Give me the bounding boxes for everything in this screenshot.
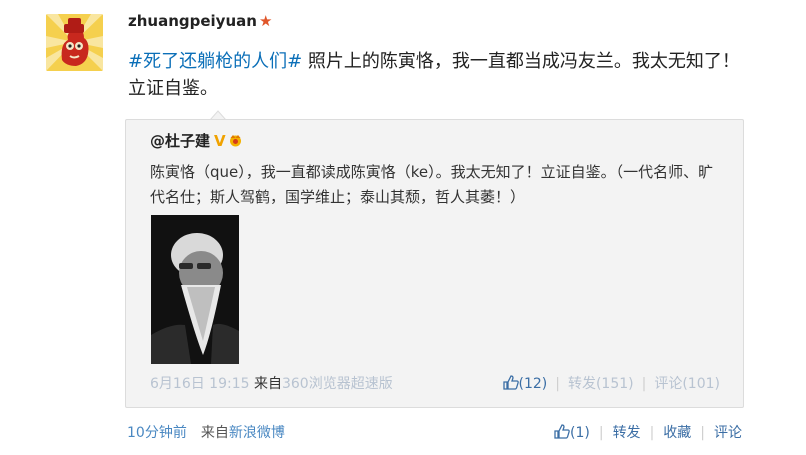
post-meta: 10分钟前 来自新浪微博	[127, 422, 285, 442]
quoted-post: @杜子建 V 陈寅恪（que），我一直都读成陈寅恪（ke）。我太无知了！立证自鉴。…	[125, 119, 744, 408]
post-text: #死了还躺枪的人们# 照片上的陈寅恪，我一直都当成冯友兰。我太无知了！立证自鉴。	[128, 48, 748, 102]
quoted-meta: 6月16日 19:15 来自360浏览器超速版	[150, 373, 393, 393]
quoted-comment-link[interactable]: 评论(101)	[654, 376, 720, 392]
like-button[interactable]: (1)	[554, 424, 590, 441]
crown-icon[interactable]	[228, 133, 243, 147]
avatar[interactable]	[46, 14, 103, 71]
thumbs-up-icon	[502, 375, 519, 390]
quoted-like-button[interactable]: (12)	[502, 375, 548, 392]
hashtag-link[interactable]: #死了还躺枪的人们#	[128, 51, 302, 72]
quoted-repost-link[interactable]: 转发(151)	[568, 376, 634, 392]
verified-v-icon[interactable]: V	[214, 132, 226, 150]
quoted-author-name[interactable]: @杜子建	[150, 132, 210, 150]
favorite-button[interactable]: 收藏	[663, 425, 691, 441]
post-source-label: 来自	[200, 425, 229, 441]
quoted-source-label: 来自	[253, 376, 282, 392]
post-source[interactable]: 新浪微博	[229, 425, 285, 441]
star-icon: ★	[258, 12, 273, 30]
post-actions: (1) | 转发 | 收藏 | 评论	[554, 422, 742, 442]
post-time[interactable]: 10分钟前	[127, 425, 187, 441]
quoted-source[interactable]: 360浏览器超速版	[282, 376, 393, 392]
comment-button[interactable]: 评论	[714, 425, 742, 441]
quoted-photo[interactable]	[151, 215, 239, 364]
repost-button[interactable]: 转发	[613, 425, 641, 441]
quoted-actions: (12) | 转发(151) | 评论(101)	[502, 373, 720, 393]
like-count: (1)	[570, 425, 590, 441]
quoted-text: 陈寅恪（que），我一直都读成陈寅恪（ke）。我太无知了！立证自鉴。（一代名师、…	[150, 163, 714, 206]
quoted-author: @杜子建 V	[150, 130, 243, 151]
author-name[interactable]: zhuangpeiyuan	[128, 12, 257, 30]
quoted-time[interactable]: 6月16日 19:15	[150, 376, 250, 392]
thumbs-up-icon	[554, 424, 570, 439]
post-author[interactable]: zhuangpeiyuan ★	[128, 12, 272, 30]
quoted-like-count: (12)	[518, 376, 548, 392]
